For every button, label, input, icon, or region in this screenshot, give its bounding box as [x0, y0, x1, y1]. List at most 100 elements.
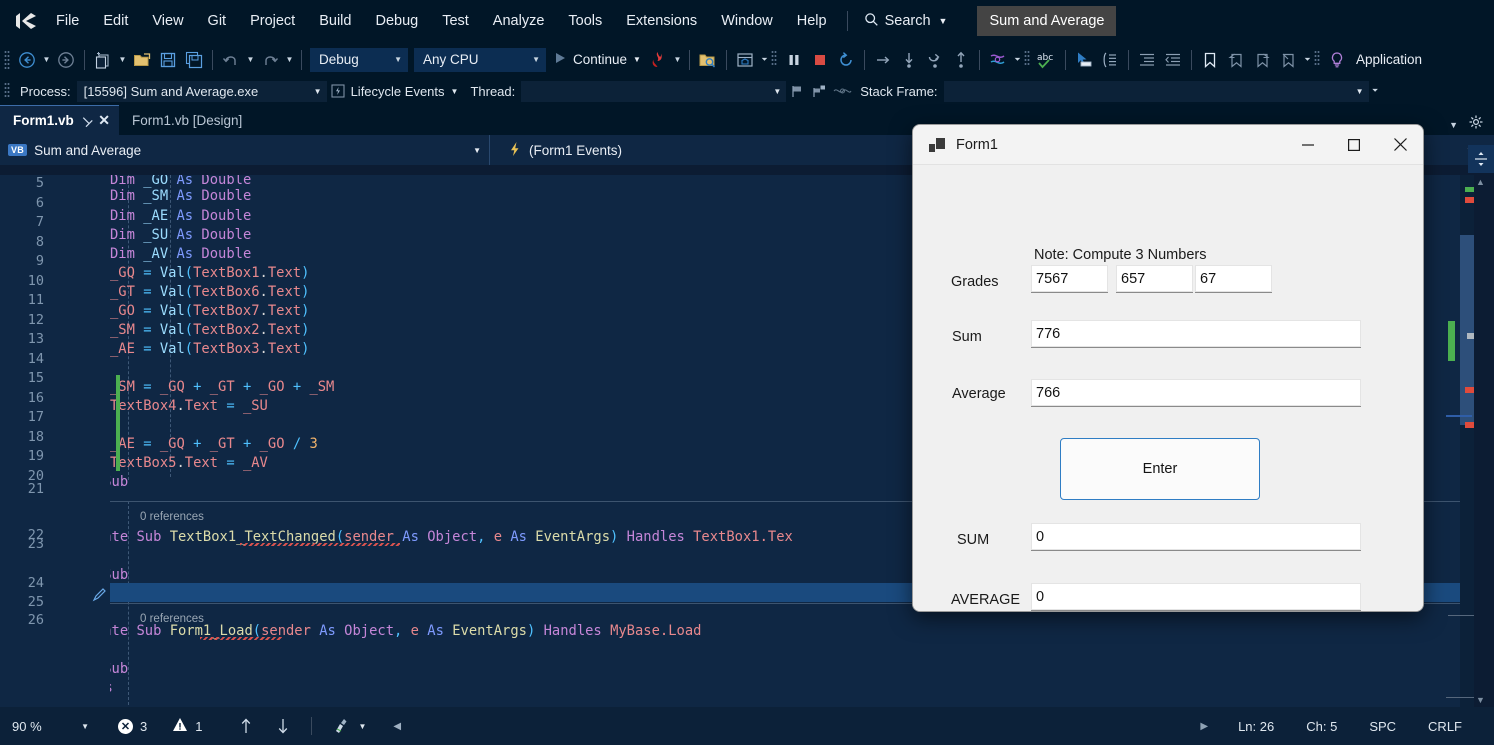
menu-test[interactable]: Test: [430, 7, 481, 35]
collapse-left-button[interactable]: ◀: [375, 721, 410, 732]
tab-form1-vb-design[interactable]: Form1.vb [Design]: [119, 105, 251, 135]
menu-help[interactable]: Help: [785, 7, 839, 35]
error-count[interactable]: ✕ 3: [96, 718, 156, 734]
stop-icon[interactable]: [807, 47, 833, 73]
save-all-icon[interactable]: [181, 47, 207, 73]
indentation-indicator[interactable]: SPC: [1353, 719, 1412, 734]
tab-list-chevron-icon[interactable]: ▼: [1449, 120, 1458, 130]
threads-icon[interactable]: [985, 47, 1011, 73]
pin-icon[interactable]: ⊣: [77, 112, 94, 129]
enter-button[interactable]: Enter: [1060, 438, 1260, 500]
clear-bookmark-icon[interactable]: [1275, 47, 1301, 73]
menu-analyze[interactable]: Analyze: [481, 7, 557, 35]
solution-explorer-icon[interactable]: [732, 47, 758, 73]
form1-window[interactable]: Form1 Note: Compute 3 Numbers Grades Sum…: [912, 124, 1424, 612]
step-out-up-icon[interactable]: [948, 47, 974, 73]
toolbar-grip-3[interactable]: [1024, 49, 1034, 71]
navigate-back-icon[interactable]: [14, 47, 40, 73]
undo-dropdown-icon[interactable]: ▼: [244, 47, 257, 73]
platform-dropdown[interactable]: Any CPU ▼: [414, 47, 546, 72]
find-in-files-icon[interactable]: [695, 47, 721, 73]
sum-input[interactable]: [1031, 320, 1361, 348]
spell-check-icon[interactable]: abc: [1034, 47, 1060, 73]
menu-file[interactable]: File: [44, 7, 91, 35]
menu-edit[interactable]: Edit: [91, 7, 140, 35]
form1-title-bar[interactable]: Form1: [913, 125, 1423, 165]
chevron-down-icon[interactable]: ▼: [451, 87, 465, 96]
debugbar-overflow-icon[interactable]: ⏷: [1369, 78, 1382, 104]
step-over-icon[interactable]: [896, 47, 922, 73]
indent-icon[interactable]: [1134, 47, 1160, 73]
maximize-button[interactable]: [1331, 125, 1377, 165]
step-out-icon[interactable]: [922, 47, 948, 73]
line-ending-indicator[interactable]: CRLF: [1412, 719, 1478, 734]
flag-multiple-icon[interactable]: [808, 78, 830, 104]
stack-frame-dropdown[interactable]: ▼: [943, 80, 1369, 102]
save-icon[interactable]: [155, 47, 181, 73]
build-configuration-dropdown[interactable]: Debug ▼: [310, 47, 408, 72]
zoom-level-dropdown[interactable]: 90 % ▼: [0, 713, 96, 739]
menu-project[interactable]: Project: [238, 7, 307, 35]
scrollbar-thumb[interactable]: [1460, 235, 1474, 425]
split-editor-button[interactable]: [1468, 145, 1494, 173]
codelens-references-1[interactable]: 0 references: [140, 508, 204, 528]
hot-reload-dropdown-icon[interactable]: ▼: [671, 47, 684, 73]
next-bookmark-icon[interactable]: [1249, 47, 1275, 73]
minimize-button[interactable]: [1285, 125, 1331, 165]
expand-right-button[interactable]: ▶: [1186, 721, 1222, 732]
flag-icon[interactable]: [786, 78, 808, 104]
type-dropdown[interactable]: VB Sum and Average ▼: [0, 135, 490, 165]
debugbar-grip[interactable]: [4, 80, 14, 102]
new-item-icon[interactable]: [90, 47, 116, 73]
prev-bookmark-icon[interactable]: [1223, 47, 1249, 73]
toolbar-grip-4[interactable]: [1314, 49, 1324, 71]
menu-view[interactable]: View: [140, 7, 195, 35]
sum-caps-input[interactable]: [1031, 523, 1361, 551]
lightbulb-icon[interactable]: [1324, 47, 1350, 73]
undo-icon[interactable]: [218, 47, 244, 73]
scroll-up-arrow-icon[interactable]: ▲: [1476, 177, 1485, 187]
menu-tools[interactable]: Tools: [556, 7, 614, 35]
bookmarks-overflow-icon[interactable]: ⏷: [1301, 47, 1314, 73]
navigate-forward-icon[interactable]: [53, 47, 79, 73]
chevron-down-icon[interactable]: ▼: [939, 16, 948, 26]
scroll-down-arrow-icon[interactable]: ▼: [1476, 695, 1485, 705]
editor-vertical-scrollbar[interactable]: [1446, 175, 1476, 707]
next-issue-button[interactable]: [262, 718, 299, 734]
toolbar-grip[interactable]: [4, 49, 14, 71]
step-into-icon[interactable]: [870, 47, 896, 73]
outdent-icon[interactable]: [1160, 47, 1186, 73]
menu-build[interactable]: Build: [307, 7, 363, 35]
navigate-back-dropdown-icon[interactable]: ▼: [40, 47, 53, 73]
pause-icon[interactable]: [781, 47, 807, 73]
menu-extensions[interactable]: Extensions: [614, 7, 709, 35]
threads-dropdown-icon[interactable]: ⏷: [1011, 47, 1024, 73]
close-icon[interactable]: ✕: [98, 112, 110, 129]
bookmark-icon[interactable]: [1197, 47, 1223, 73]
hot-reload-icon[interactable]: [645, 47, 671, 73]
warning-count[interactable]: 1: [156, 717, 211, 735]
code-cleanup-button[interactable]: ▼: [324, 718, 375, 734]
restart-icon[interactable]: [833, 47, 859, 73]
average-input[interactable]: [1031, 379, 1361, 407]
search-box[interactable]: Search ▼: [856, 8, 956, 35]
chevron-down-icon[interactable]: ▼: [633, 55, 641, 64]
solution-settings-icon[interactable]: [1468, 114, 1484, 135]
grade1-input[interactable]: [1031, 265, 1108, 293]
lifecycle-events-label[interactable]: Lifecycle Events: [349, 84, 451, 99]
redo-icon[interactable]: [257, 47, 283, 73]
previous-issue-button[interactable]: [211, 718, 262, 734]
toolbar-grip-2[interactable]: [771, 49, 781, 71]
close-button[interactable]: [1377, 125, 1423, 165]
menu-git[interactable]: Git: [196, 7, 239, 35]
link-threads-icon[interactable]: [830, 78, 854, 104]
comment-icon[interactable]: [1097, 47, 1123, 73]
tab-form1-vb[interactable]: Form1.vb ⊣ ✕: [0, 105, 119, 135]
lifecycle-events-icon[interactable]: [327, 78, 349, 104]
pointer-select-icon[interactable]: [1071, 47, 1097, 73]
new-item-dropdown-icon[interactable]: ▼: [116, 47, 129, 73]
thread-dropdown[interactable]: ▼: [521, 80, 787, 102]
grade2-input[interactable]: [1116, 265, 1193, 293]
menu-window[interactable]: Window: [709, 7, 785, 35]
open-file-icon[interactable]: [129, 47, 155, 73]
